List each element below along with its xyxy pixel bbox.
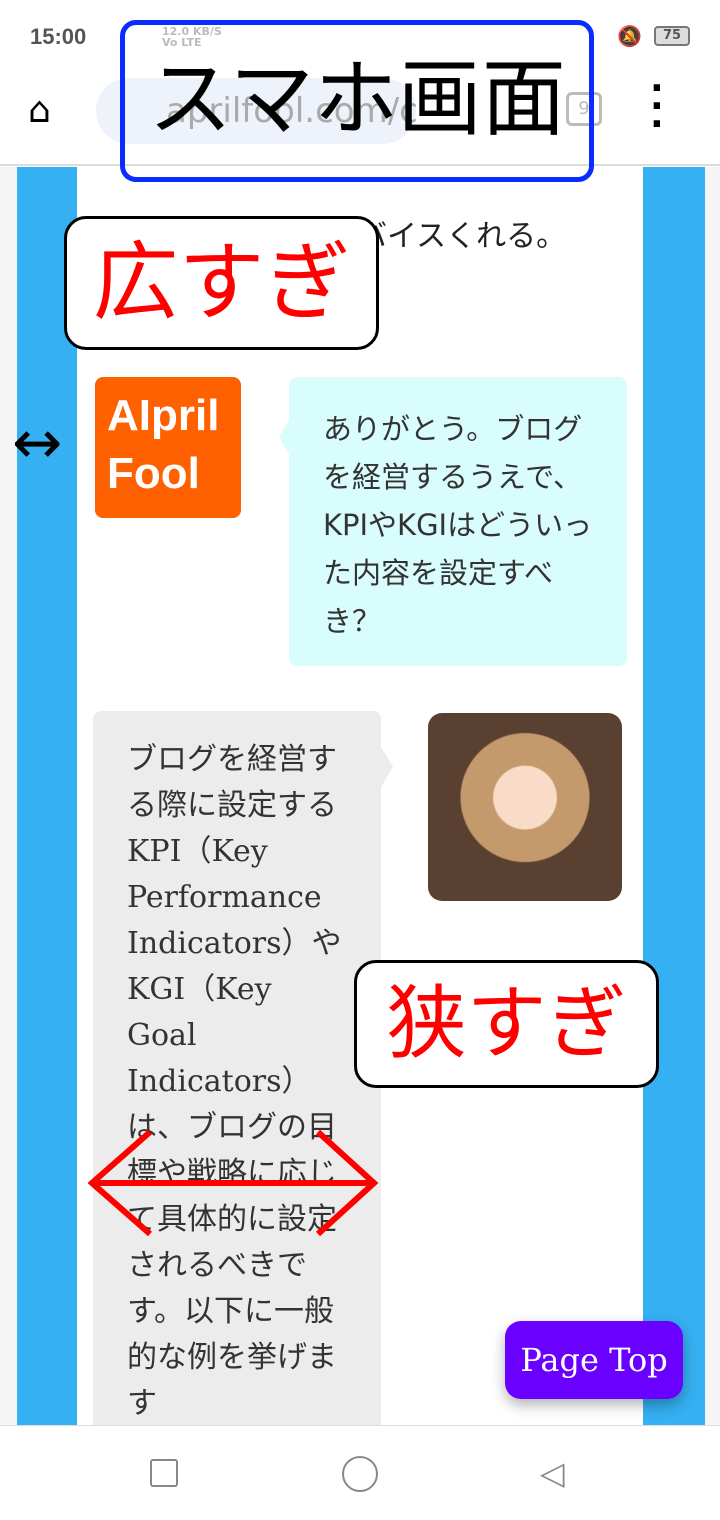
callout-too-wide: 広すぎ <box>64 216 379 350</box>
double-arrow-icon: ↔ <box>12 408 63 478</box>
home-icon[interactable]: ⌂ <box>28 90 51 131</box>
ai-message-bubble: ブログを経営する際に設定するKPI（Key Performance Indica… <box>93 711 393 1425</box>
battery-indicator: 75 <box>654 26 690 46</box>
callout-too-narrow: 狭すぎ <box>354 960 659 1088</box>
more-menu-icon[interactable]: · · · <box>650 71 664 143</box>
vibrate-icon: 🔕 <box>617 24 642 48</box>
clock: 15:00 <box>30 24 87 49</box>
back-button[interactable]: ◁ <box>540 1454 565 1492</box>
recents-button[interactable] <box>150 1459 178 1487</box>
right-sidebar <box>643 167 705 1425</box>
ai-avatar <box>428 713 622 901</box>
user-message-bubble: ありがとう。ブログを経営するうえで、KPIやKGIはどういった内容を設定すべき？ <box>279 377 627 666</box>
red-double-arrow-icon <box>88 1129 379 1237</box>
user-avatar: AIpril Fool <box>95 377 241 518</box>
android-nav-bar: ◁ <box>0 1425 720 1520</box>
annotation-title: スマホ画面 <box>120 20 594 182</box>
home-button[interactable] <box>342 1456 378 1492</box>
left-sidebar <box>17 167 77 1425</box>
page-top-button[interactable]: Page Top <box>505 1321 683 1399</box>
